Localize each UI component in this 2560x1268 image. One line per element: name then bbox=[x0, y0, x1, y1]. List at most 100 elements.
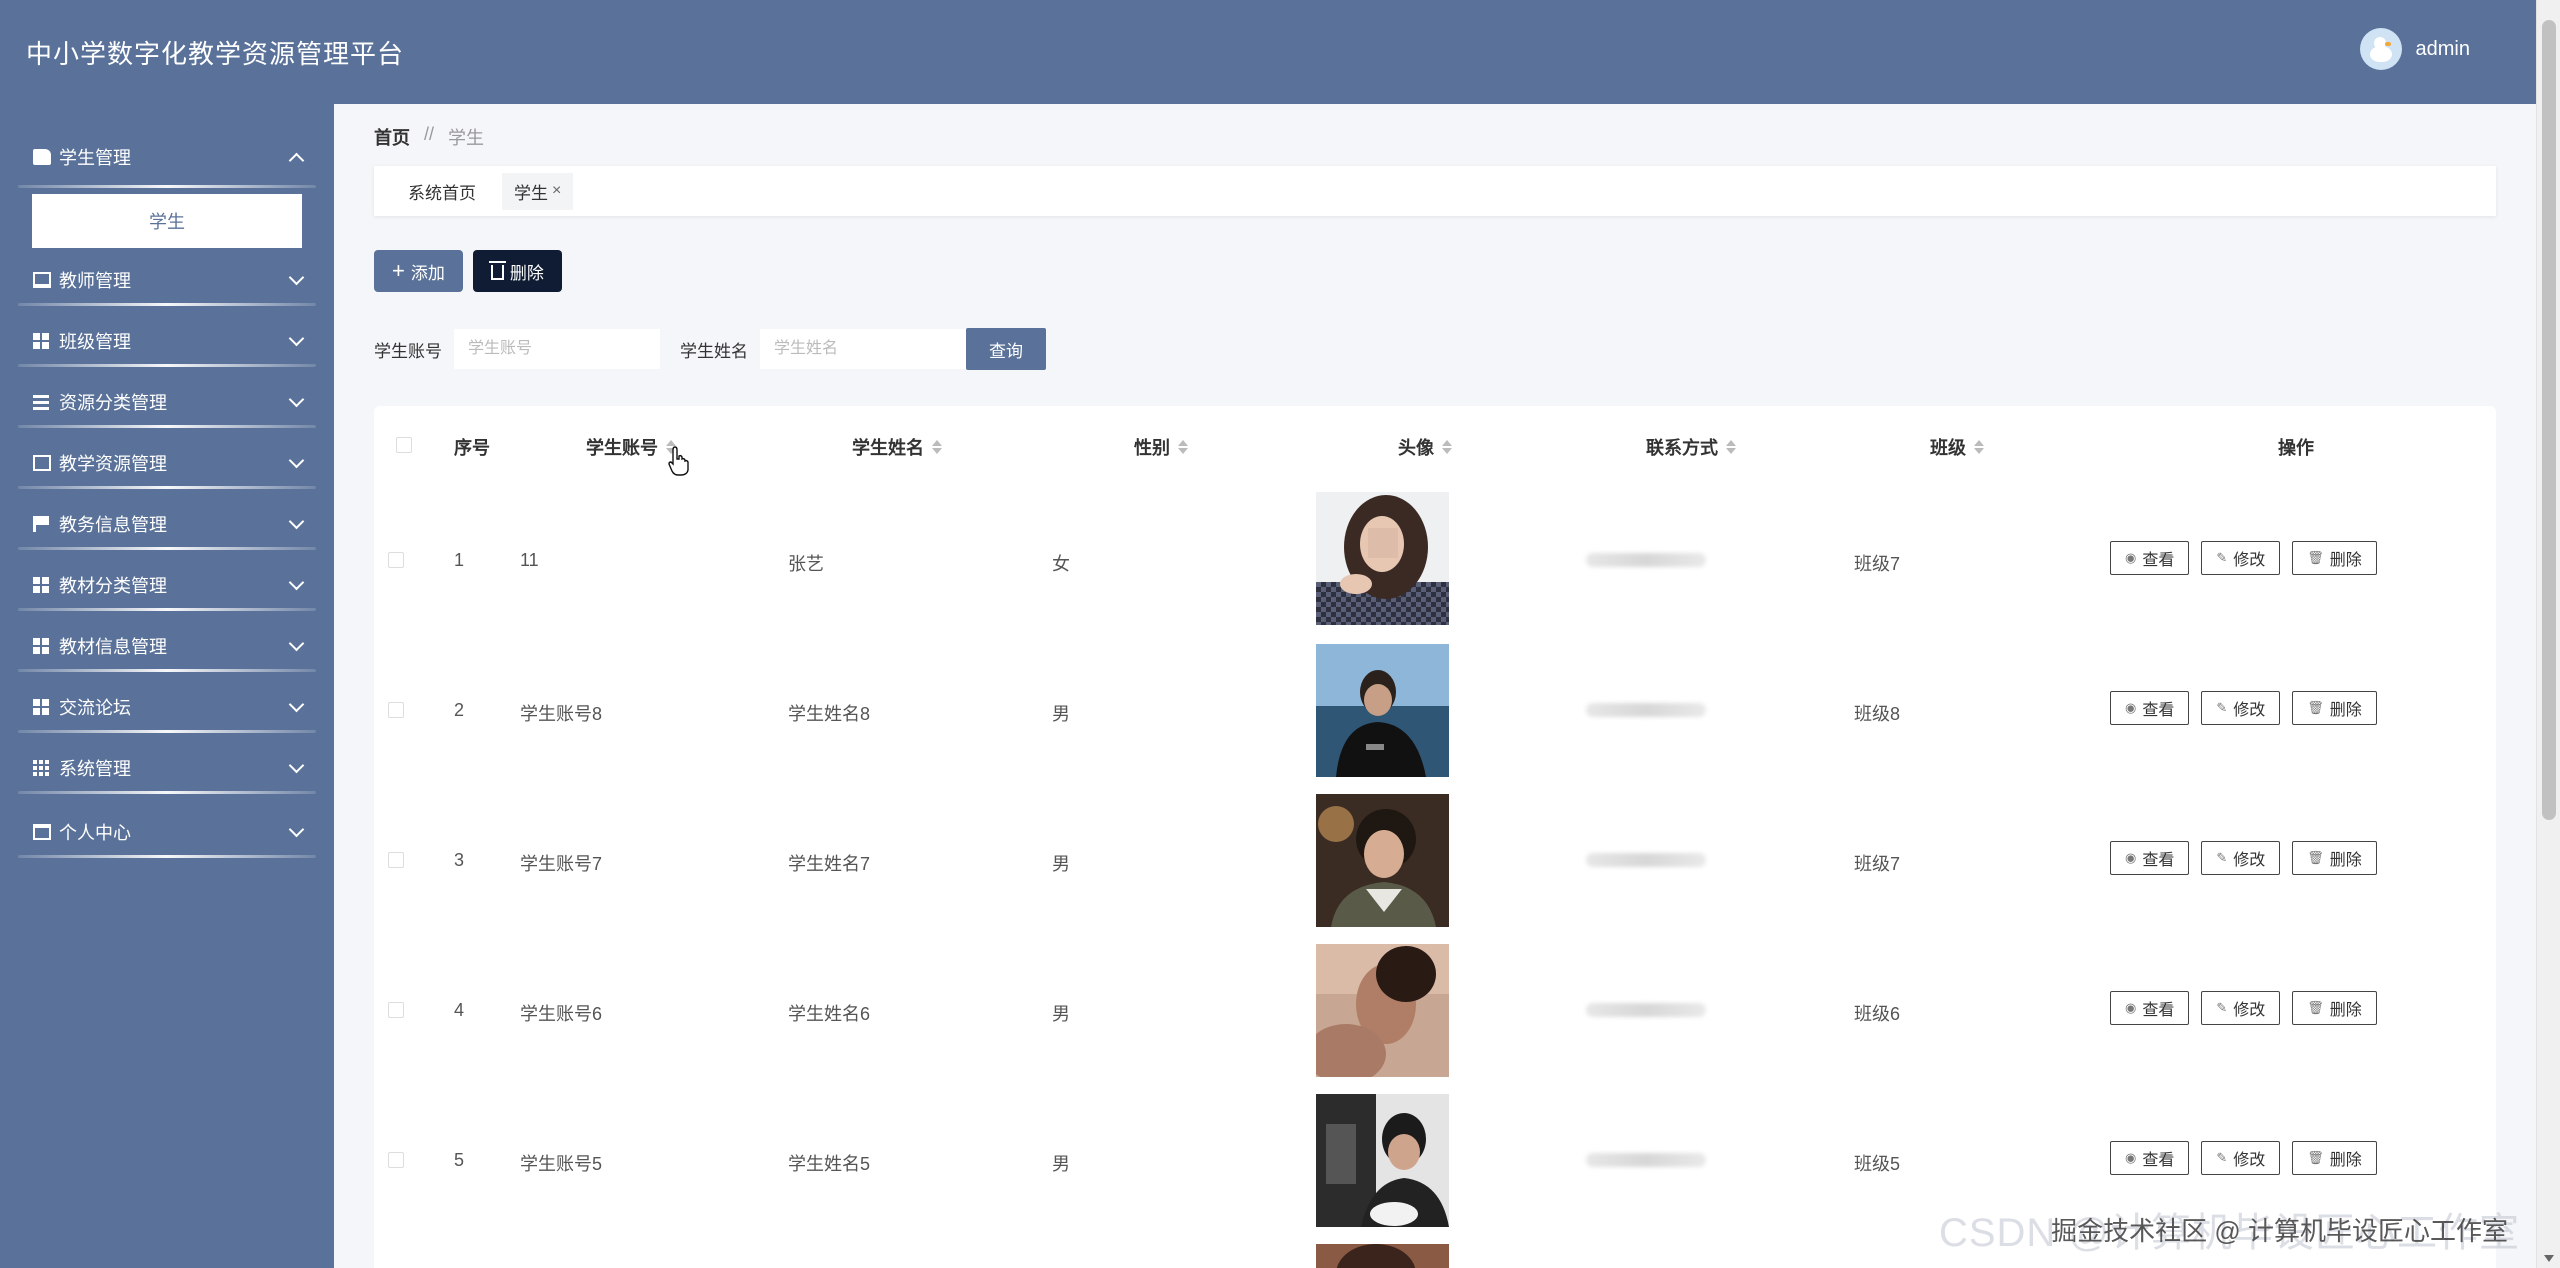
column-account[interactable]: 学生账号 bbox=[586, 434, 676, 460]
view-button[interactable]: ◉ 查看 bbox=[2110, 841, 2190, 875]
contact-blurred bbox=[1586, 1003, 1706, 1017]
delete-button[interactable]: 🗑 删除 bbox=[2292, 691, 2377, 725]
edit-icon: ✎ bbox=[2216, 700, 2228, 715]
row-actions: ◉ 查看 ✎ 修改 🗑 删除 bbox=[2110, 541, 2377, 575]
tag-student[interactable]: 学生 × bbox=[502, 172, 574, 210]
sort-icon bbox=[1726, 440, 1736, 454]
view-button[interactable]: ◉ 查看 bbox=[2110, 1141, 2190, 1175]
column-avatar[interactable]: 头像 bbox=[1398, 434, 1452, 460]
column-actions: 操作 bbox=[2278, 438, 2314, 458]
edit-button[interactable]: ✎ 修改 bbox=[2201, 841, 2281, 875]
edit-button[interactable]: ✎ 修改 bbox=[2201, 691, 2281, 725]
cell-index: 5 bbox=[454, 1150, 465, 1170]
trash-icon: 🗑 bbox=[2307, 850, 2324, 865]
sidebar-item-label: 交流论坛 bbox=[59, 698, 131, 718]
student-avatar-photo bbox=[1316, 944, 1449, 1077]
user-name[interactable]: admin bbox=[2416, 38, 2470, 61]
sidebar-item-label: 教师管理 bbox=[59, 271, 131, 291]
name-search-input[interactable] bbox=[760, 329, 966, 369]
cell-gender: 男 bbox=[1052, 1154, 1070, 1174]
scrollbar-thumb[interactable] bbox=[2542, 20, 2556, 820]
cell-account: 学生账号6 bbox=[520, 1004, 603, 1024]
page-scrollbar[interactable] bbox=[2536, 0, 2560, 1268]
column-name[interactable]: 学生姓名 bbox=[852, 434, 942, 460]
eye-icon: ◉ bbox=[2125, 1000, 2137, 1015]
edit-button[interactable]: ✎ 修改 bbox=[2201, 541, 2281, 575]
cell-name: 学生姓名7 bbox=[788, 854, 871, 874]
delete-button[interactable]: 🗑 删除 bbox=[2292, 541, 2377, 575]
breadcrumb-home[interactable]: 首页 bbox=[374, 124, 410, 150]
table-row: 3 学生账号7 学生姓名7 男 班级7 ◉ 查看 ✎ 修改 🗑 删除 bbox=[374, 786, 2496, 936]
edit-button[interactable]: ✎ 修改 bbox=[2201, 1141, 2281, 1175]
cell-name: 张艺 bbox=[788, 554, 824, 574]
sort-icon bbox=[1442, 440, 1452, 454]
chevron-up-icon bbox=[288, 152, 305, 169]
edit-button[interactable]: ✎ 修改 bbox=[2201, 991, 2281, 1025]
sort-icon bbox=[1178, 440, 1188, 454]
cell-account: 学生账号8 bbox=[520, 704, 603, 724]
edit-icon: ✎ bbox=[2216, 550, 2228, 565]
view-button[interactable]: ◉ 查看 bbox=[2110, 691, 2190, 725]
row-checkbox[interactable] bbox=[388, 702, 404, 718]
sidebar-item-student-management[interactable]: 学生管理 bbox=[0, 119, 334, 195]
chevron-down-icon bbox=[288, 452, 305, 469]
sidebar-item-label: 系统管理 bbox=[59, 759, 131, 779]
column-contact[interactable]: 联系方式 bbox=[1646, 434, 1736, 460]
eye-icon: ◉ bbox=[2125, 850, 2137, 865]
add-button[interactable]: + 添加 bbox=[374, 250, 463, 292]
cell-index: 4 bbox=[454, 1000, 465, 1020]
student-avatar-photo bbox=[1316, 492, 1449, 625]
trash-icon bbox=[488, 261, 506, 280]
eye-icon: ◉ bbox=[2125, 550, 2137, 565]
student-avatar-photo bbox=[1316, 794, 1449, 927]
sidebar-item-label: 教务信息管理 bbox=[59, 515, 167, 535]
sidebar-item-personal-center[interactable]: 个人中心 bbox=[0, 794, 334, 870]
query-button[interactable]: 查询 bbox=[966, 328, 1046, 370]
row-actions: ◉ 查看 ✎ 修改 🗑 删除 bbox=[2110, 841, 2377, 875]
chart-icon bbox=[33, 455, 51, 471]
column-gender[interactable]: 性别 bbox=[1134, 434, 1188, 460]
contact-blurred bbox=[1586, 853, 1706, 867]
delete-button[interactable]: 🗑 删除 bbox=[2292, 1141, 2377, 1175]
tag-home[interactable]: 系统首页 bbox=[396, 173, 488, 210]
cell-index: 3 bbox=[454, 850, 465, 870]
column-class[interactable]: 班级 bbox=[1930, 434, 1984, 460]
cell-class: 班级6 bbox=[1854, 1004, 1901, 1024]
batch-delete-button[interactable]: 删除 bbox=[472, 250, 562, 292]
scroll-down-arrow-icon[interactable] bbox=[2544, 1255, 2554, 1262]
eye-icon: ◉ bbox=[2125, 1150, 2137, 1165]
tags-view-bar: 系统首页 学生 × bbox=[374, 166, 2496, 216]
view-button[interactable]: ◉ 查看 bbox=[2110, 991, 2190, 1025]
user-menu[interactable]: admin bbox=[2359, 28, 2470, 70]
account-search-input[interactable] bbox=[454, 329, 660, 369]
table-row: 1 11 张艺 女 班级7 ◉ 查看 ✎ 修改 🗑 删除 bbox=[374, 486, 2496, 636]
table-header: 序号 学生账号 学生姓名 性别 头像 联系方式 班级 操作 bbox=[374, 406, 2496, 484]
breadcrumb: 首页 // 学生 bbox=[374, 124, 484, 150]
cell-name: 学生姓名6 bbox=[788, 1004, 871, 1024]
chevron-down-icon bbox=[288, 635, 305, 652]
row-checkbox[interactable] bbox=[388, 1002, 404, 1018]
delete-button[interactable]: 🗑 删除 bbox=[2292, 991, 2377, 1025]
delete-button[interactable]: 🗑 删除 bbox=[2292, 841, 2377, 875]
trash-icon: 🗑 bbox=[2307, 550, 2324, 565]
edit-icon: ✎ bbox=[2216, 850, 2228, 865]
row-actions: ◉ 查看 ✎ 修改 🗑 删除 bbox=[2110, 991, 2377, 1025]
view-button[interactable]: ◉ 查看 bbox=[2110, 541, 2190, 575]
row-checkbox[interactable] bbox=[388, 552, 404, 568]
close-icon[interactable]: × bbox=[552, 182, 561, 200]
grid-icon bbox=[33, 699, 51, 715]
trash-icon: 🗑 bbox=[2307, 1150, 2324, 1165]
student-table: 序号 学生账号 学生姓名 性别 头像 联系方式 班级 操作 1 11 张艺 女 bbox=[374, 406, 2496, 1268]
row-checkbox[interactable] bbox=[388, 852, 404, 868]
cell-gender: 男 bbox=[1052, 1004, 1070, 1024]
select-all-checkbox[interactable] bbox=[396, 437, 412, 453]
row-checkbox[interactable] bbox=[388, 1152, 404, 1168]
users-icon bbox=[33, 149, 51, 165]
chevron-down-icon bbox=[288, 821, 305, 838]
account-search-label: 学生账号 bbox=[374, 341, 442, 361]
user-avatar[interactable] bbox=[2359, 28, 2402, 70]
sidebar-item-label: 学生管理 bbox=[59, 148, 131, 168]
row-actions: ◉ 查看 ✎ 修改 🗑 删除 bbox=[2110, 691, 2377, 725]
grid-icon bbox=[33, 577, 51, 593]
sidebar-subitem-student[interactable]: 学生 bbox=[32, 194, 302, 248]
